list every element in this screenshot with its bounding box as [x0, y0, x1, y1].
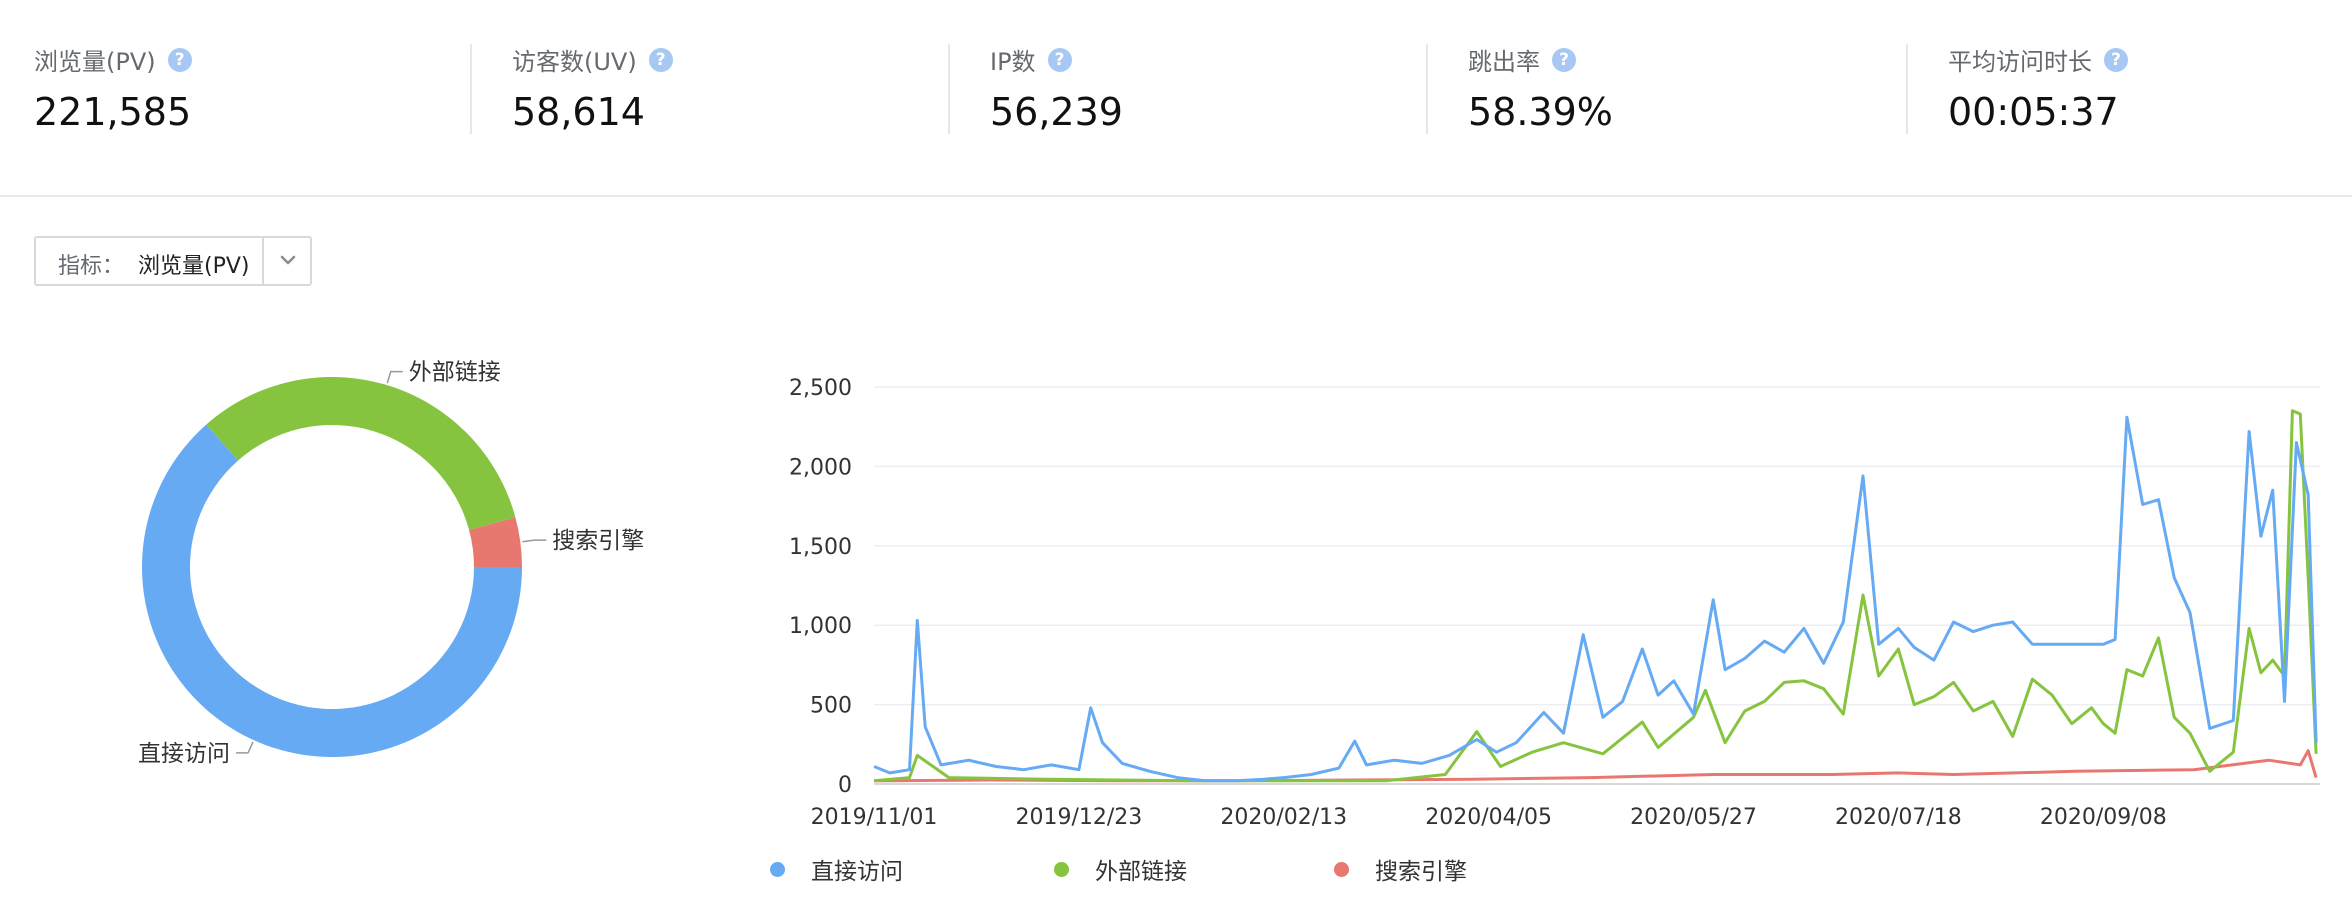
help-icon[interactable]: ? — [167, 47, 192, 72]
stats-bar: 浏览量(PV) ? 221,585 访客数(UV) ? 58,614 IP数 ?… — [0, 0, 2352, 197]
dropdown-toggle[interactable] — [262, 238, 314, 284]
y-tick-label: 1,500 — [789, 535, 852, 560]
metric-select[interactable]: 指标： 浏览量(PV) — [34, 236, 312, 286]
chart-legend: 直接访问 外部链接 搜索引擎 — [770, 852, 1570, 892]
stat-value: 221,585 — [34, 90, 192, 134]
y-tick-label: 0 — [838, 773, 852, 798]
stat-divider — [1906, 44, 1908, 134]
legend-label: 搜索引擎 — [1375, 859, 1467, 885]
y-tick-label: 500 — [810, 694, 852, 719]
help-icon[interactable]: ? — [1047, 47, 1072, 72]
y-tick-label: 2,000 — [789, 455, 852, 480]
legend-item-direct[interactable]: 直接访问 — [770, 852, 903, 886]
stat-divider — [470, 44, 472, 134]
help-icon[interactable]: ? — [2104, 47, 2128, 72]
x-tick-label: 2020/04/05 — [1425, 805, 1552, 830]
x-tick-label: 2019/12/23 — [1015, 805, 1142, 830]
x-tick-label: 2020/02/13 — [1220, 805, 1347, 830]
stat-divider — [1426, 44, 1428, 134]
stat-value: 58.39% — [1468, 90, 1613, 134]
y-tick-label: 1,000 — [789, 614, 852, 639]
stat-value: 00:05:37 — [1948, 90, 2119, 134]
slice-leader-line — [236, 741, 254, 754]
donut-slice[interactable] — [206, 377, 516, 530]
legend-label: 直接访问 — [811, 859, 903, 885]
y-tick-label: 2,500 — [789, 376, 852, 401]
slice-label: 搜索引擎 — [552, 528, 644, 554]
legend-dot — [1054, 861, 1069, 877]
metric-select-value: 浏览量(PV) — [138, 254, 250, 279]
slice-leader-line — [386, 370, 403, 384]
stat-label: 跳出率 — [1468, 48, 1540, 76]
slice-label: 外部链接 — [409, 360, 501, 386]
x-tick-label: 2020/09/08 — [2040, 805, 2167, 830]
donut-chart: 直接访问 外部链接搜索引擎 — [138, 360, 644, 767]
stat-label: 平均访问时长 — [1948, 48, 2092, 76]
series-line[interactable] — [873, 749, 2318, 783]
help-icon[interactable]: ? — [648, 47, 673, 72]
stat-label: 浏览量(PV) — [34, 48, 156, 76]
legend-label: 外部链接 — [1095, 859, 1187, 885]
stat-label: IP数 — [990, 48, 1036, 76]
help-icon[interactable]: ? — [1552, 47, 1576, 72]
stat-divider — [948, 44, 950, 134]
x-tick-label: 2019/11/01 — [811, 805, 938, 830]
legend-dot — [770, 861, 785, 877]
series-line[interactable] — [873, 415, 2318, 783]
legend-item-external[interactable]: 外部链接 — [1054, 852, 1187, 886]
x-tick-label: 2020/07/18 — [1835, 805, 1962, 830]
legend-item-search[interactable]: 搜索引擎 — [1334, 852, 1467, 886]
stat-value: 56,239 — [990, 90, 1123, 134]
legend-dot — [1334, 861, 1349, 877]
chevron-down-icon — [280, 255, 296, 265]
slice-leader-line — [522, 539, 547, 543]
metric-select-prefix: 指标： — [58, 254, 125, 279]
stat-value: 58,614 — [512, 90, 645, 134]
line-chart: 0 500 1,000 1,500 2,000 2,500 2019/11/01 2019/1… — [789, 376, 2320, 830]
stat-label: 访客数(UV) — [512, 48, 637, 76]
x-tick-label: 2020/05/27 — [1630, 805, 1757, 830]
slice-label: 直接访问 — [138, 741, 230, 767]
